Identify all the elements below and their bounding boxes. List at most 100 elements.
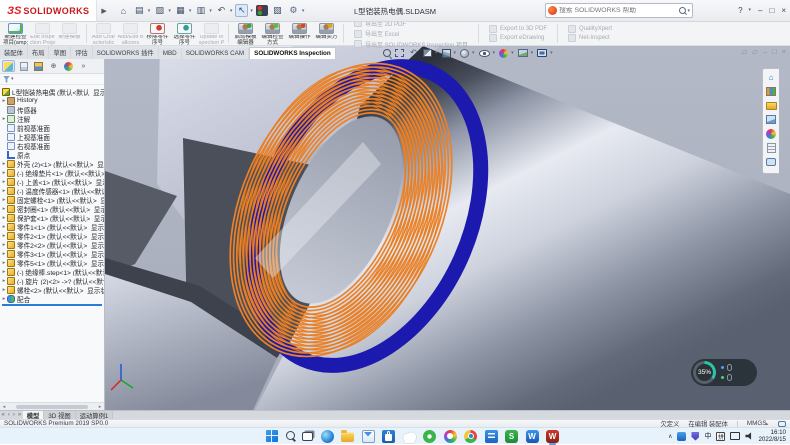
tree-item[interactable]: 右视基准面 xyxy=(0,141,104,150)
tree-item[interactable]: ▸ 保护套<1> (默认<<默认>_显示状态 xyxy=(0,213,104,222)
featuremanager-tree-icon[interactable] xyxy=(2,60,15,72)
tree-item[interactable]: ▸ (-) 旋片 (2)<2> ->? (默认<<默认 xyxy=(0,276,104,285)
displaymanager-icon[interactable] xyxy=(62,60,75,72)
custom-properties-icon[interactable] xyxy=(765,142,777,153)
speaker-icon[interactable] xyxy=(745,432,753,440)
new-document-icon[interactable]: ▤ xyxy=(133,4,146,17)
ribbon-button[interactable]: 启动模板编辑器 xyxy=(232,22,259,45)
scroll-right-icon[interactable]: ▸ xyxy=(96,403,104,410)
cast-display-icon[interactable] xyxy=(730,432,740,440)
tree-item[interactable]: ▸ 外壳 (2)<1> (默认<<默认>_显示状 xyxy=(0,159,104,168)
clock[interactable]: 16:10 2022/8/15 xyxy=(758,429,786,443)
zoom-area-icon[interactable] xyxy=(395,49,404,57)
tree-item[interactable]: ▸ 密封圈<1> (默认<<默认>_显示状态 xyxy=(0,204,104,213)
tree-item[interactable]: ▸ 零件1<1> (默认<<默认>_显示状态 xyxy=(0,222,104,231)
login-user-icon[interactable] xyxy=(723,5,731,15)
doc-close-icon[interactable]: × xyxy=(782,48,786,56)
tab-solidworks-cam[interactable]: SOLIDWORKS CAM xyxy=(182,48,249,59)
file-properties-icon[interactable]: ▧ xyxy=(271,4,284,17)
tree-item[interactable]: ▸ 注解 xyxy=(0,114,104,123)
export-item[interactable]: 导出至 SOLIDWORKS Inspection 项目 xyxy=(354,40,468,49)
green-app-icon[interactable] xyxy=(423,430,436,443)
tree-item[interactable]: ▸ (-) 绝缘垫片<1> (默认<<默认>_显 xyxy=(0,168,104,177)
chrome-icon[interactable] xyxy=(464,430,477,443)
onedrive-icon[interactable] xyxy=(403,430,416,443)
tab-model[interactable]: 模型 xyxy=(23,411,45,419)
edit-appearance-icon[interactable] xyxy=(499,49,508,58)
ribbon-button[interactable]: 新建检查项目(amp;N) xyxy=(2,22,29,45)
mail-icon[interactable] xyxy=(362,430,375,443)
close-button[interactable]: × xyxy=(781,6,786,15)
graphics-viewport[interactable] xyxy=(105,46,790,410)
previous-view-icon[interactable]: ↶ xyxy=(408,48,419,58)
ribbon-button[interactable]: Edit Inspection Project xyxy=(29,22,56,45)
ribbon-button[interactable]: 编辑卖方 xyxy=(313,22,340,45)
tree-item[interactable]: 上视基准面 xyxy=(0,132,104,141)
panel-overflow-icon[interactable]: » xyxy=(77,60,90,72)
ime-mode-indicator[interactable]: 拼 xyxy=(716,432,725,441)
help-caret-icon[interactable]: ▾ xyxy=(749,7,752,13)
ribbon-button[interactable]: Update Inspection Project xyxy=(198,22,225,45)
tree-item[interactable]: ▸ History xyxy=(0,96,104,105)
tree-item[interactable]: ▸ 零件2<2> (默认<<默认>_显示状态 xyxy=(0,240,104,249)
ribbon-button[interactable]: 编辑检查方式 xyxy=(259,22,286,45)
comment-bubble-icon[interactable] xyxy=(778,421,786,427)
microsoft-store-icon[interactable] xyxy=(382,430,395,443)
tree-item[interactable]: ▸ 螺栓<2> (默认<<默认>_显示状态 xyxy=(0,285,104,294)
export-item[interactable]: Export eDrawing xyxy=(489,34,547,42)
tree-item[interactable]: 原点 xyxy=(0,150,104,159)
dimxpertmanager-icon[interactable]: ⊕ xyxy=(47,60,60,72)
configurationmanager-icon[interactable] xyxy=(32,60,45,72)
tree-item[interactable]: ▸ 零件2<1> (默认<<默认>_显示状态 xyxy=(0,231,104,240)
blue-docs-app-icon[interactable] xyxy=(485,430,498,443)
solidworks-forum-icon[interactable] xyxy=(765,156,777,167)
export-item[interactable]: 导出至 Excel xyxy=(354,29,468,38)
propertymanager-icon[interactable] xyxy=(17,60,30,72)
tab-assembly[interactable]: 装配体 xyxy=(0,46,28,59)
tab-evaluate[interactable]: 评估 xyxy=(71,46,93,59)
design-library-icon[interactable] xyxy=(765,86,777,97)
minimize-button[interactable]: – xyxy=(758,6,762,15)
open-document-icon[interactable]: ▨ xyxy=(153,4,166,17)
status-units[interactable]: MMGS xyxy=(747,420,767,427)
tree-root-item[interactable]: L型铠装热电偶 (默认<默认_显示状态-1 xyxy=(0,87,104,96)
scrollbar-thumb[interactable] xyxy=(16,405,88,410)
color-wheel-app-icon[interactable] xyxy=(444,430,457,443)
caret-icon[interactable]: ▾ xyxy=(493,50,496,56)
tab-3d-views[interactable]: 3D 视图 xyxy=(44,411,75,419)
export-item[interactable]: QualityXpert xyxy=(568,25,612,33)
tray-blue-app-icon[interactable] xyxy=(677,432,686,441)
wps-spreadsheet-icon[interactable]: S xyxy=(505,430,518,443)
tab-motion-study[interactable]: 运动算例1 xyxy=(76,411,114,419)
ribbon-button[interactable]: 选择零件序号 xyxy=(171,22,198,45)
ribbon-button[interactable]: 移除零件序号 xyxy=(144,22,171,45)
doc-view-icon[interactable]: ▱ xyxy=(741,48,747,56)
ribbon-button[interactable]: Add/Edit Balloons xyxy=(117,22,144,45)
active-red-app-icon[interactable]: W xyxy=(546,430,559,443)
help-button[interactable]: ? xyxy=(738,6,742,15)
options-gear-icon[interactable]: ⚙ xyxy=(287,4,300,17)
taskbar-search-icon[interactable] xyxy=(286,431,295,440)
tray-shield-icon[interactable] xyxy=(691,432,699,441)
search-input[interactable] xyxy=(559,7,677,14)
tree-item[interactable]: ▸ (-) 绝缘棒.step<1> (默认<<默认> xyxy=(0,267,104,276)
tab-mbd[interactable]: MBD xyxy=(159,48,182,59)
view-orientation-icon[interactable] xyxy=(442,49,451,58)
tab-sketch[interactable]: 草图 xyxy=(49,46,71,59)
undo-icon[interactable]: ↶ xyxy=(215,4,228,17)
tree-item[interactable]: ▸ (-) 上盖<1> (默认<<默认>_显示状 xyxy=(0,177,104,186)
appearances-scenes-icon[interactable] xyxy=(765,128,777,139)
view-settings-icon[interactable] xyxy=(537,49,547,57)
search-box[interactable]: ▾ xyxy=(545,3,693,18)
units-caret-icon[interactable]: ▴ xyxy=(765,421,768,427)
export-item[interactable]: Export to 3D PDF xyxy=(489,25,547,33)
edge-icon[interactable] xyxy=(321,430,334,443)
doc-view2-icon[interactable]: ▱ xyxy=(752,48,758,56)
file-explorer-icon[interactable] xyxy=(765,100,777,111)
export-item[interactable]: Net-Inspect xyxy=(568,34,612,42)
caret-icon[interactable]: ▾ xyxy=(531,50,534,56)
solidworks-resources-icon[interactable]: ⌂ xyxy=(765,72,777,83)
rollback-bar[interactable] xyxy=(2,304,102,306)
windows-start-icon[interactable] xyxy=(266,430,278,442)
task-view-icon[interactable] xyxy=(302,432,313,441)
